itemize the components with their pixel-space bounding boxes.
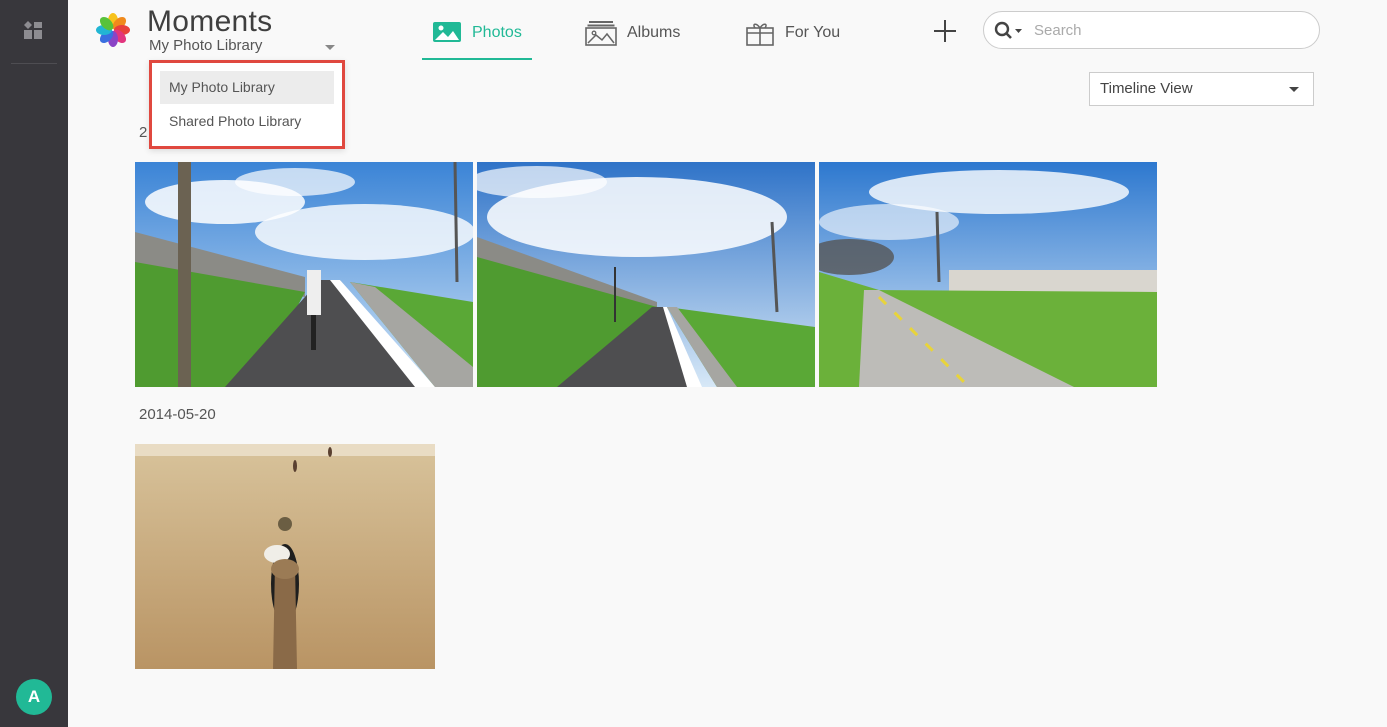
group-date-label: 2 [139, 124, 148, 141]
plus-icon [934, 20, 956, 42]
tab-albums-label: Albums [627, 24, 681, 41]
search-input[interactable] [1034, 19, 1304, 41]
user-avatar[interactable]: A [16, 679, 52, 715]
moments-logo-icon [96, 13, 130, 47]
library-dropdown-menu: My Photo Library Shared Photo Library [149, 60, 345, 149]
search-icon[interactable] [994, 21, 1028, 41]
group-date-label: 2014-05-20 [139, 406, 216, 423]
caret-down-icon [1289, 87, 1299, 92]
tab-photos[interactable]: Photos [422, 18, 532, 60]
bike-lane-photo [819, 162, 1157, 387]
photo-thumbnail[interactable] [135, 444, 435, 669]
add-button[interactable] [931, 17, 959, 45]
albums-icon [585, 21, 617, 46]
left-rail: A [0, 0, 68, 727]
photo-thumbnail[interactable] [135, 162, 473, 387]
desert-camel-photo [135, 444, 435, 669]
gift-icon [746, 23, 774, 46]
caret-down-icon [325, 45, 335, 50]
tab-for-you-label: For You [785, 24, 841, 41]
tab-albums[interactable]: Albums [585, 18, 695, 60]
menu-item-shared-photo-library[interactable]: Shared Photo Library [160, 105, 334, 138]
tab-photos-label: Photos [472, 24, 522, 41]
active-tab-underline [422, 58, 532, 60]
apps-grid-icon[interactable] [22, 20, 44, 42]
photo-thumbnail[interactable] [477, 162, 815, 387]
rail-divider [11, 63, 57, 64]
library-selector[interactable]: My Photo Library [149, 37, 335, 59]
photo-thumbnail[interactable] [819, 162, 1157, 387]
library-selector-value: My Photo Library [149, 37, 263, 54]
menu-item-my-photo-library[interactable]: My Photo Library [160, 71, 334, 104]
view-mode-select[interactable]: Timeline View [1089, 72, 1314, 106]
view-mode-value: Timeline View [1100, 80, 1193, 97]
riverside-path-photo [477, 162, 815, 387]
app-title: Moments [147, 5, 273, 38]
image-icon [433, 22, 461, 42]
search-box [983, 11, 1320, 49]
tab-for-you[interactable]: For You [745, 18, 855, 60]
main-area: Moments My Photo Library My Photo Librar… [68, 0, 1387, 727]
riverside-path-photo [135, 162, 473, 387]
